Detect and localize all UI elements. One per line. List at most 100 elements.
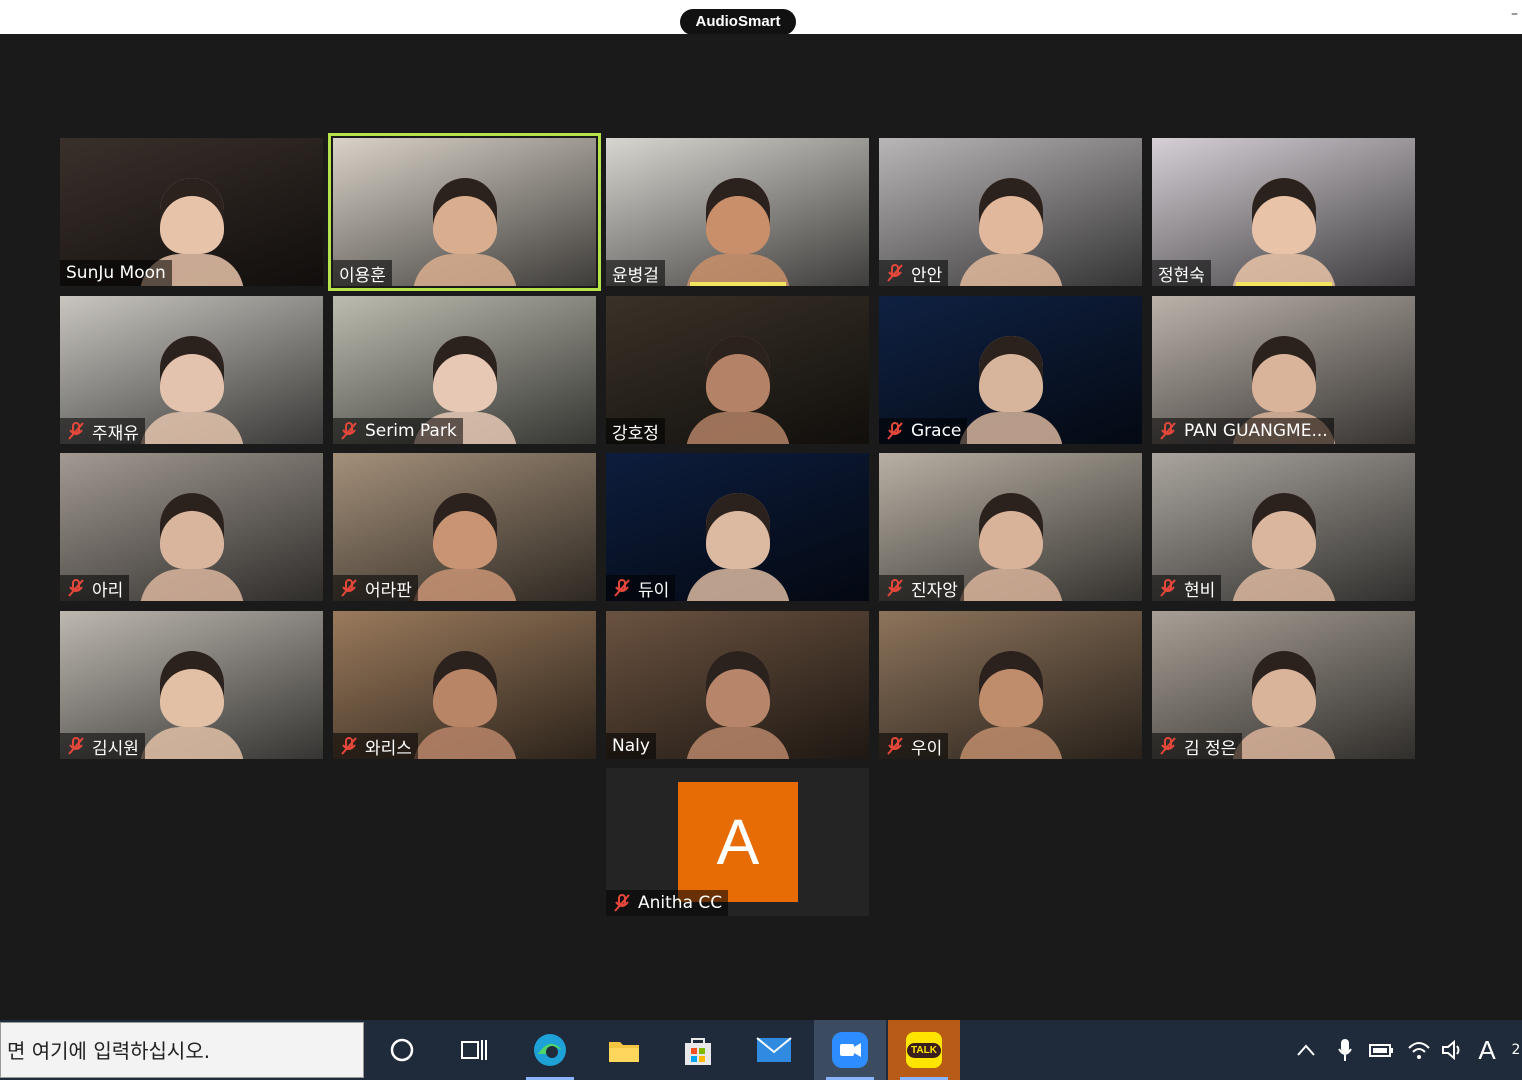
participant-name: SunJu Moon [66, 263, 166, 283]
task-view-button[interactable] [438, 1020, 510, 1080]
participant-name-tag: Naly [606, 733, 656, 759]
participant-tile[interactable]: 어라판 [333, 453, 596, 601]
participant-name: 안안 [911, 265, 943, 286]
participant-tile[interactable]: PAN GUANGME... [1152, 296, 1415, 444]
wifi-tray-button[interactable] [1404, 1020, 1434, 1080]
participant-name-tag: 진자앙 [879, 575, 964, 601]
participant-tile[interactable]: 김 정은 [1152, 611, 1415, 759]
participant-tile[interactable]: 진자앙 [879, 453, 1142, 601]
participant-silhouette [1232, 493, 1336, 601]
participant-name: PAN GUANGME... [1184, 421, 1328, 441]
muted-microphone-icon [887, 737, 903, 755]
participant-tile[interactable]: 와리스 [333, 611, 596, 759]
participant-silhouette [140, 336, 244, 444]
participant-silhouette [686, 178, 790, 286]
microphone-tray-button[interactable] [1332, 1020, 1358, 1080]
gallery-view: SunJu Moon 이용훈 윤병걸 안안 정현숙주재유 Serim Park 강호정 Gra… [0, 34, 1522, 1020]
participant-name-tag: 강호정 [606, 418, 665, 444]
store-button[interactable] [662, 1020, 734, 1080]
muted-microphone-icon [341, 422, 357, 440]
participant-silhouette [959, 651, 1063, 759]
battery-icon [1369, 1044, 1393, 1057]
participant-tile-avatar[interactable]: A Anitha CC [606, 768, 869, 916]
participant-silhouette [413, 651, 517, 759]
participant-silhouette [140, 493, 244, 601]
clock-fragment[interactable]: 2 [1510, 1020, 1522, 1080]
taskbar-search-input[interactable]: 면 여기에 입력하십시오. [0, 1022, 364, 1078]
file-explorer-button[interactable] [588, 1020, 660, 1080]
participant-tile[interactable]: 정현숙 [1152, 138, 1415, 286]
participant-tile[interactable]: 이용훈 [328, 133, 601, 291]
participant-tile[interactable]: 주재유 [60, 296, 323, 444]
participant-tile[interactable]: Serim Park [333, 296, 596, 444]
muted-microphone-icon [1160, 737, 1176, 755]
audiosmart-brand[interactable]: AudioSmart [680, 9, 796, 35]
zoom-taskbar-button[interactable] [814, 1020, 886, 1080]
window-title-bar: AudioSmart – [0, 0, 1522, 35]
windows-taskbar: 면 여기에 입력하십시오. TALK A 2 [0, 1020, 1522, 1080]
participant-name: 아리 [92, 580, 124, 601]
speaking-indicator [1236, 282, 1332, 286]
participant-name: Grace [911, 421, 962, 441]
participant-silhouette [140, 651, 244, 759]
participant-tile[interactable]: Naly [606, 611, 869, 759]
participant-silhouette [413, 493, 517, 601]
avatar: A [678, 782, 798, 902]
cortana-button[interactable] [366, 1020, 438, 1080]
participant-tile[interactable]: 안안 [879, 138, 1142, 286]
battery-tray-button[interactable] [1366, 1020, 1396, 1080]
participant-tile[interactable]: 현비 [1152, 453, 1415, 601]
participant-name: 현비 [1184, 580, 1216, 601]
microphone-icon [1338, 1039, 1352, 1061]
participant-tile[interactable]: 윤병걸 [606, 138, 869, 286]
participant-name-tag: 김 정은 [1152, 733, 1243, 759]
participant-silhouette [959, 178, 1063, 286]
muted-microphone-icon [68, 422, 84, 440]
participant-tile[interactable]: SunJu Moon [60, 138, 323, 286]
participant-name: 윤병걸 [612, 265, 659, 286]
participant-name-tag: PAN GUANGME... [1152, 418, 1334, 444]
cortana-icon [390, 1038, 414, 1062]
participant-name: 우이 [911, 738, 943, 759]
participant-name-tag: Serim Park [333, 418, 463, 444]
volume-tray-button[interactable] [1438, 1020, 1468, 1080]
show-hidden-icons-button[interactable] [1292, 1020, 1320, 1080]
muted-microphone-icon [341, 579, 357, 597]
participant-silhouette [140, 178, 244, 286]
participant-tile[interactable]: 강호정 [606, 296, 869, 444]
speaking-indicator [690, 282, 786, 286]
minimize-button[interactable]: – [1511, 6, 1518, 22]
muted-microphone-icon [614, 894, 630, 912]
participant-name: 김시원 [92, 738, 139, 759]
speaker-icon [1442, 1040, 1460, 1060]
participant-tile[interactable]: 아리 [60, 453, 323, 601]
muted-microphone-icon [887, 579, 903, 597]
mail-button[interactable] [738, 1020, 810, 1080]
participant-silhouette [1232, 651, 1336, 759]
participant-tile[interactable]: 김시원 [60, 611, 323, 759]
muted-microphone-icon [887, 422, 903, 440]
edge-taskbar-button[interactable] [514, 1020, 586, 1080]
mail-icon [756, 1037, 792, 1062]
muted-microphone-icon [68, 579, 84, 597]
store-bag-icon [685, 1038, 711, 1065]
participant-name-tag: 이용훈 [333, 260, 392, 286]
participant-silhouette [686, 651, 790, 759]
chevron-up-icon [1297, 1044, 1315, 1056]
input-method-indicator[interactable]: A [1472, 1020, 1502, 1080]
participant-name-tag: Grace [879, 418, 968, 444]
participant-name: 진자앙 [911, 580, 958, 601]
participant-tile[interactable]: Grace [879, 296, 1142, 444]
kakaotalk-button[interactable]: TALK [888, 1020, 960, 1080]
participant-tile[interactable]: 우이 [879, 611, 1142, 759]
participant-name-tag: 듀이 [606, 575, 676, 601]
participant-name-tag: 아리 [60, 575, 130, 601]
participant-name: Serim Park [365, 421, 457, 441]
participant-name-tag: 김시원 [60, 733, 145, 759]
muted-microphone-icon [341, 737, 357, 755]
participant-name: Anitha CC [638, 893, 723, 913]
participant-tile[interactable]: 듀이 [606, 453, 869, 601]
participant-silhouette [959, 493, 1063, 601]
muted-microphone-icon [1160, 422, 1176, 440]
participant-silhouette [686, 493, 790, 601]
